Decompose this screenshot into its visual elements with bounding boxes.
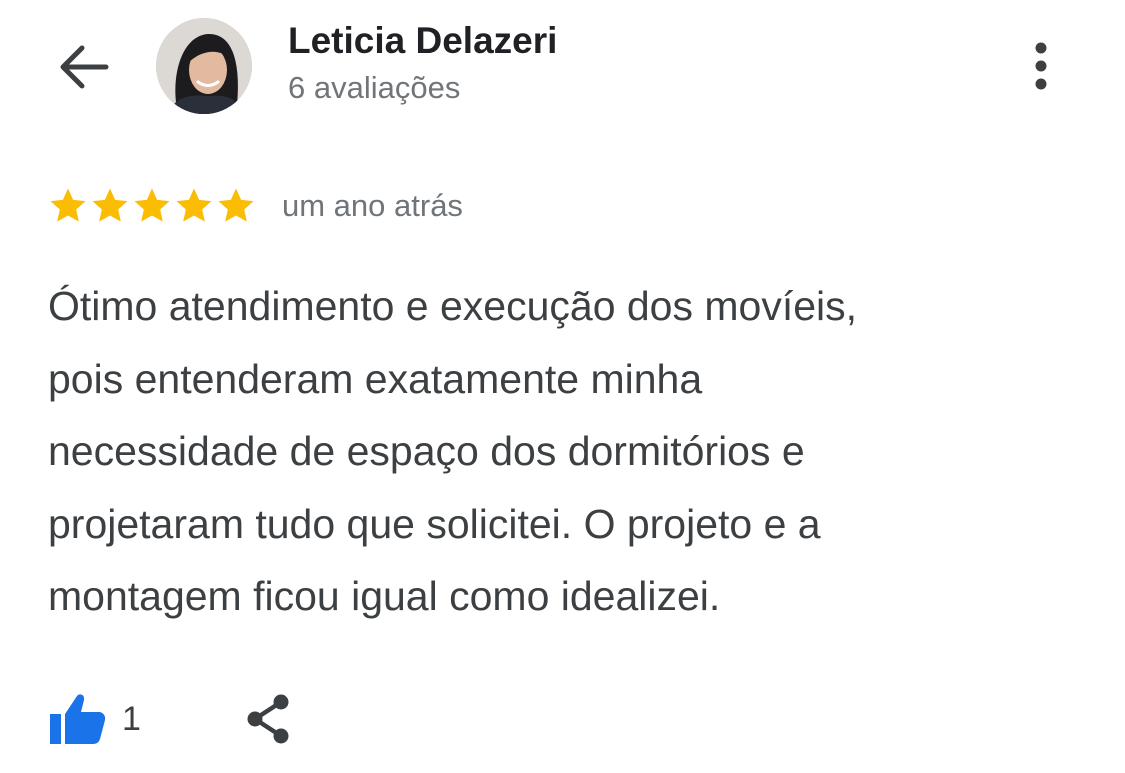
star-icon <box>50 188 86 222</box>
avatar[interactable] <box>156 18 252 114</box>
star-rating <box>48 186 258 226</box>
thumbs-up-icon <box>50 694 106 744</box>
star-icon <box>218 188 254 222</box>
reviewer-photo <box>156 18 252 114</box>
more-options-button[interactable] <box>1014 36 1068 96</box>
review-actions: 1 <box>48 688 295 750</box>
rating-row: um ano atrás <box>48 184 463 228</box>
like-button[interactable]: 1 <box>48 692 141 746</box>
share-button[interactable] <box>241 690 295 748</box>
more-vert-icon <box>1035 42 1047 90</box>
star-icon <box>176 188 212 222</box>
review-text: Ótimo atendimento e execução dos movíeis… <box>48 283 858 619</box>
reviewer-name[interactable]: Leticia Delazeri <box>288 20 557 62</box>
review-header: Leticia Delazeri 6 avaliações <box>0 0 1125 140</box>
back-button[interactable] <box>52 38 114 96</box>
reviewer-review-count: 6 avaliações <box>288 70 461 105</box>
like-count: 1 <box>122 699 141 738</box>
star-icon <box>134 188 170 222</box>
review-time: um ano atrás <box>282 188 463 223</box>
star-icon <box>92 188 128 222</box>
share-icon <box>247 694 289 744</box>
arrow-back-icon <box>60 45 109 89</box>
